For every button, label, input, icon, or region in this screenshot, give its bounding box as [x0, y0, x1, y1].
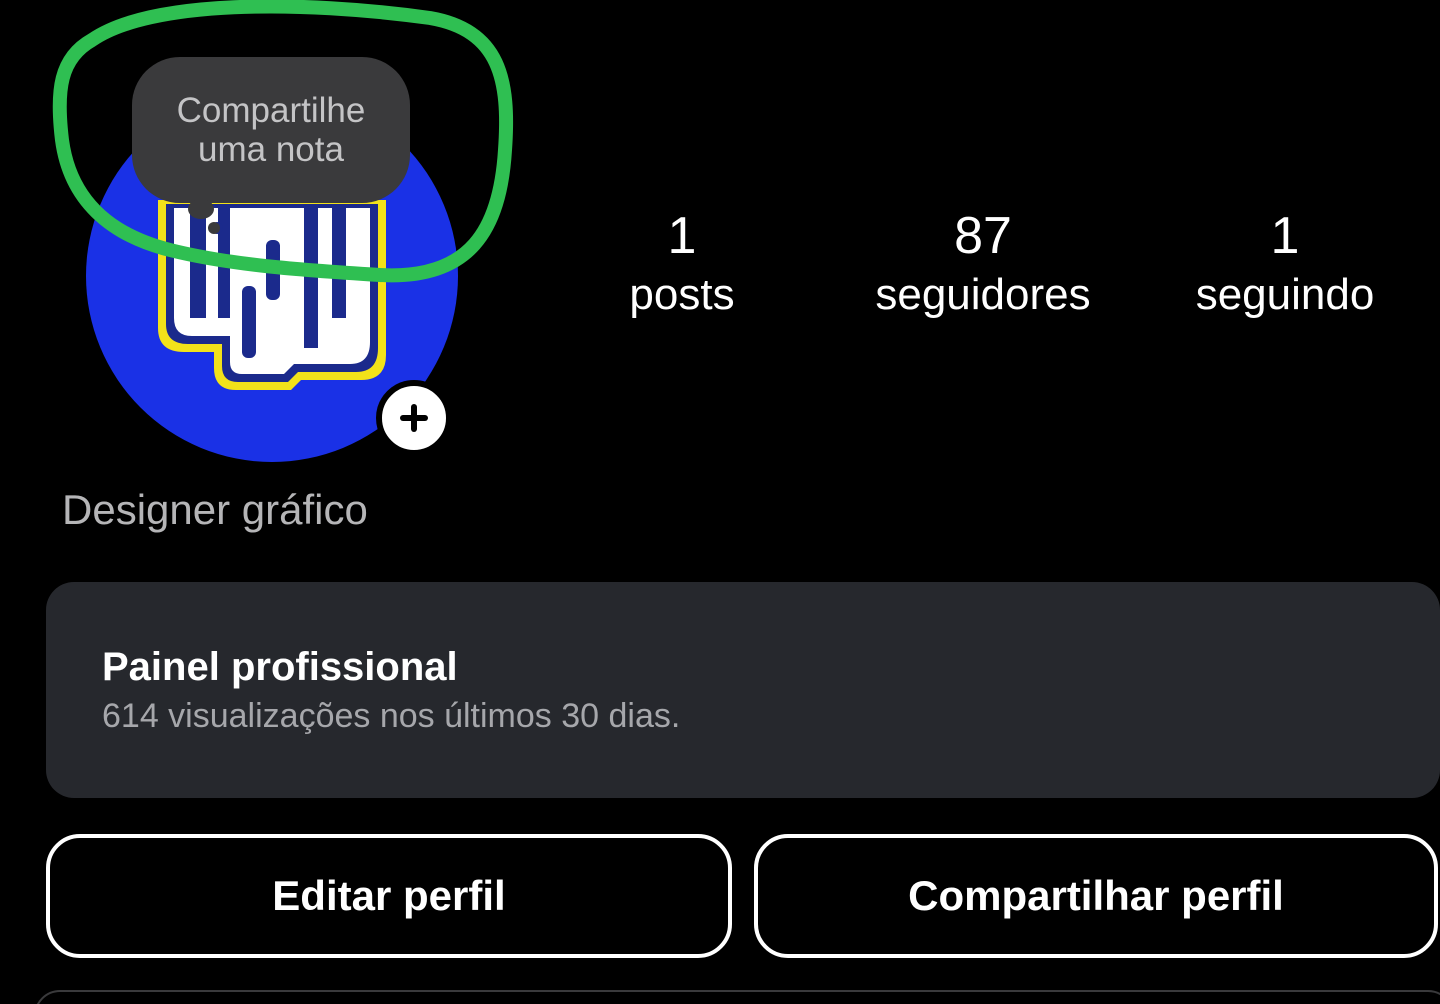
note-tail-dot — [208, 222, 220, 234]
posts-label: posts — [629, 270, 735, 319]
plus-icon — [400, 404, 428, 432]
dashboard-title: Painel profissional — [102, 645, 458, 689]
note-tail — [188, 199, 214, 219]
edit-profile-button[interactable]: Editar perfil — [46, 834, 732, 958]
note-text: Compartilhe uma nota — [176, 91, 366, 169]
followers-count: 87 — [954, 207, 1012, 265]
dashboard-subtitle: 614 visualizações nos últimos 30 dias. — [102, 697, 681, 735]
share-note-bubble[interactable]: Compartilhe uma nota — [132, 57, 410, 203]
next-section-edge — [34, 990, 1440, 1004]
stat-posts[interactable]: 1 posts — [532, 206, 832, 324]
stat-followers[interactable]: 87 seguidores — [833, 206, 1133, 324]
following-count: 1 — [1270, 207, 1300, 265]
following-label: seguindo — [1195, 270, 1375, 319]
profile-category: Designer gráfico — [62, 486, 368, 533]
add-story-button[interactable] — [376, 380, 452, 456]
profile-page: Compartilhe uma nota 1 posts 87 seguidor… — [0, 0, 1440, 1004]
followers-label: seguidores — [875, 270, 1091, 319]
posts-count: 1 — [667, 207, 697, 265]
share-profile-button[interactable]: Compartilhar perfil — [754, 834, 1438, 958]
professional-dashboard-card[interactable]: Painel profissional 614 visualizações no… — [46, 582, 1440, 798]
stat-following[interactable]: 1 seguindo — [1135, 206, 1435, 324]
